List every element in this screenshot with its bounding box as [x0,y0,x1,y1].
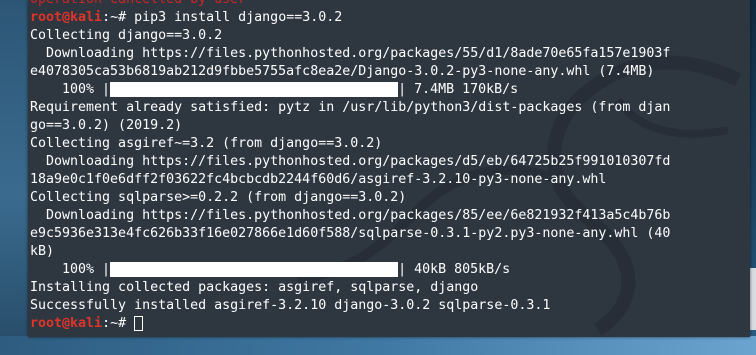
terminal-line: kB) [30,244,55,259]
desktop-background-bottom [0,336,756,355]
terminal-line: e9c5936e313e4fc626b33f16e027866e1d60f588… [30,226,671,241]
terminal-line: go==3.0.2) (2019.2) [30,118,183,133]
terminal-line: Collecting sqlparse>=0.2.2 (from django=… [30,190,407,205]
prompt-separator: :~# [102,10,135,25]
terminal-command-line: root@kali:~# pip3 install django==3.0.2 [30,9,342,27]
terminal-window[interactable]: Operation cancelled by user root@kali:~#… [28,0,750,337]
progress-stats: | 40kB 805kB/s [398,262,511,277]
progress-percent: 100% | [30,82,111,97]
terminal-line: Requirement already satisfied: pytz in /… [30,100,671,115]
prompt-user: root@kali [30,10,103,25]
terminal-line: Downloading https://files.pythonhosted.o… [30,208,671,223]
terminal-prompt-line[interactable]: root@kali:~# [30,315,144,333]
progress-stats: | 7.4MB 170kB/s [398,82,519,97]
terminal-line: Installing collected packages: asgiref, … [30,280,479,295]
progress-percent: 100% | [30,262,111,277]
terminal-line: Downloading https://files.pythonhosted.o… [30,46,671,61]
progress-bar-fill [110,262,399,277]
terminal-line: Collecting django==3.0.2 [30,28,223,43]
progress-bar-fill [110,82,399,97]
progress-line: 100% | | 7.4MB 170kB/s [30,81,518,99]
terminal-line: Downloading https://files.pythonhosted.o… [30,154,671,169]
terminal-line: e4078305ca53b6819ab212d9fbbe5755afc8ea2e… [30,64,655,79]
text-cursor[interactable] [134,316,144,331]
terminal-line-partial: Operation cancelled by user [30,0,246,9]
terminal-line: Successfully installed asgiref-3.2.10 dj… [30,298,551,313]
progress-line: 100% | | 40kB 805kB/s [30,261,510,279]
prompt-user: root@kali [30,316,103,331]
terminal-line: 18a9e0c1f0e6dff2f03622fc4bcbcdb2244f60d6… [30,172,607,187]
prompt-separator: :~# [102,316,135,331]
terminal-line: Collecting asgiref~=3.2 (from django==3.… [30,136,383,151]
desktop-background-left [0,0,30,355]
command-text: pip3 install django==3.0.2 [134,10,343,25]
